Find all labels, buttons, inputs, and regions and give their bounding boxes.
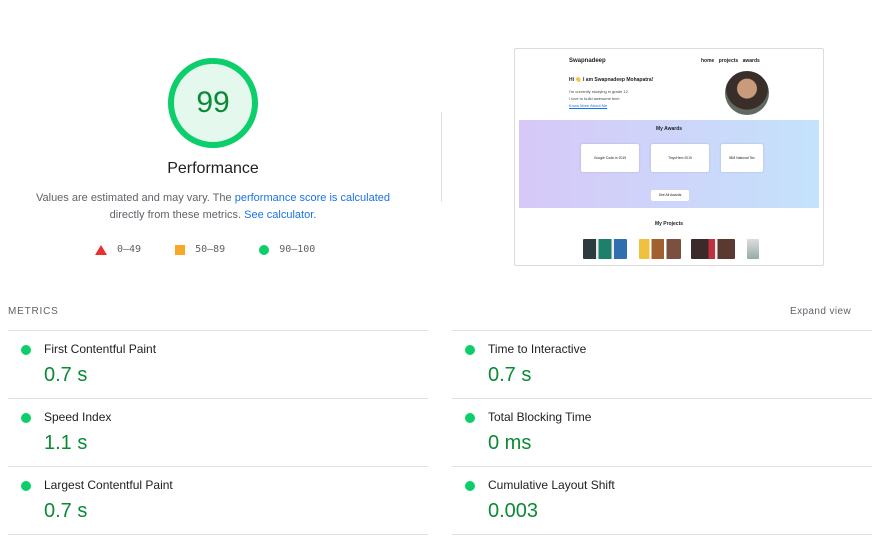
metric-value: 0 ms <box>488 432 532 454</box>
pass-circle-icon <box>21 413 31 423</box>
project-thumbnail <box>639 239 681 259</box>
metric-cumulative-layout-shift: Cumulative Layout Shift 0.003 <box>452 467 872 535</box>
metric-first-contentful-paint: First Contentful Paint 0.7 s <box>8 331 428 399</box>
square-icon <box>175 244 186 255</box>
metric-largest-contentful-paint: Largest Contentful Paint 0.7 s <box>8 467 428 535</box>
project-thumbnail <box>583 239 627 259</box>
metric-name: Cumulative Layout Shift <box>488 478 615 492</box>
screenshot-line-2: I love to build awesome tech <box>569 96 620 101</box>
metric-speed-index: Speed Index 1.1 s <box>8 399 428 467</box>
avatar <box>725 71 769 115</box>
pass-circle-icon <box>21 481 31 491</box>
final-screenshot[interactable]: Swapnadeep home projects awards Hi 👋 I a… <box>514 48 824 266</box>
metric-value: 0.7 s <box>44 500 88 522</box>
metric-name: Largest Contentful Paint <box>44 478 173 492</box>
vertical-divider <box>441 112 442 202</box>
project-thumbnail <box>691 239 735 259</box>
circle-icon <box>259 244 270 255</box>
divider <box>452 534 872 535</box>
metric-value: 0.7 s <box>488 364 532 386</box>
screenshot-greeting: Hi 👋 I am Swapnadeep Mohapatra! <box>569 77 654 83</box>
legend-item-average: 50–89 <box>175 244 225 255</box>
see-calculator-link[interactable]: See calculator. <box>244 209 316 221</box>
legend-range-average: 50–89 <box>195 244 226 255</box>
pass-circle-icon <box>21 345 31 355</box>
legend-range-pass: 90–100 <box>279 244 316 255</box>
metric-value: 0.003 <box>488 500 539 522</box>
score-legend: 0–49 50–89 90–100 <box>95 244 349 255</box>
score-description: Values are estimated and may vary. The p… <box>13 190 413 224</box>
legend-item-pass: 90–100 <box>259 244 315 255</box>
metric-total-blocking-time: Total Blocking Time 0 ms <box>452 399 872 467</box>
divider <box>8 534 428 535</box>
metric-time-to-interactive: Time to Interactive 0.7 s <box>452 331 872 399</box>
description-text-2: directly from these metrics. <box>109 209 245 221</box>
award-card: TinyoHem 2019 <box>651 144 709 172</box>
score-gauge: 99 <box>166 56 260 150</box>
screenshot-see-all-button: See All Awards <box>651 190 689 201</box>
metric-value: 0.7 s <box>44 364 88 386</box>
pass-circle-icon <box>465 345 475 355</box>
pass-circle-icon <box>465 481 475 491</box>
screenshot-awards-section: My Awards Google Code-in 2019 TinyoHem 2… <box>519 120 819 208</box>
screenshot-nav: home projects awards <box>701 58 760 64</box>
expand-view-toggle[interactable]: Expand view <box>790 306 851 317</box>
pass-circle-icon <box>465 413 475 423</box>
description-text-1: Values are estimated and may vary. The <box>35 192 235 204</box>
screenshot-know-more-link: Know More About Me <box>569 103 608 108</box>
screenshot-awards-heading: My Awards <box>655 126 683 132</box>
screenshot-brand: Swapnadeep <box>569 58 606 64</box>
award-card: Google Code-in 2019 <box>581 144 639 172</box>
project-thumbnail <box>747 239 759 259</box>
metrics-heading: METRICS <box>8 306 59 317</box>
metric-name: Time to Interactive <box>488 342 587 356</box>
legend-range-fail: 0–49 <box>117 244 142 255</box>
metric-name: First Contentful Paint <box>44 342 157 356</box>
award-card: IBM National Tec <box>721 144 763 172</box>
metric-name: Speed Index <box>44 410 112 424</box>
legend-item-fail: 0–49 <box>95 244 141 255</box>
screenshot-projects-heading: My Projects <box>654 221 684 227</box>
category-title: Performance <box>167 160 259 177</box>
metric-name: Total Blocking Time <box>488 410 592 424</box>
metric-value: 1.1 s <box>44 432 88 454</box>
score-value: 99 <box>196 86 230 119</box>
screenshot-line-1: I'm currently studying in grade 12. <box>569 89 629 94</box>
score-calculated-link[interactable]: performance score is calculated <box>235 192 390 204</box>
triangle-icon <box>95 244 107 255</box>
